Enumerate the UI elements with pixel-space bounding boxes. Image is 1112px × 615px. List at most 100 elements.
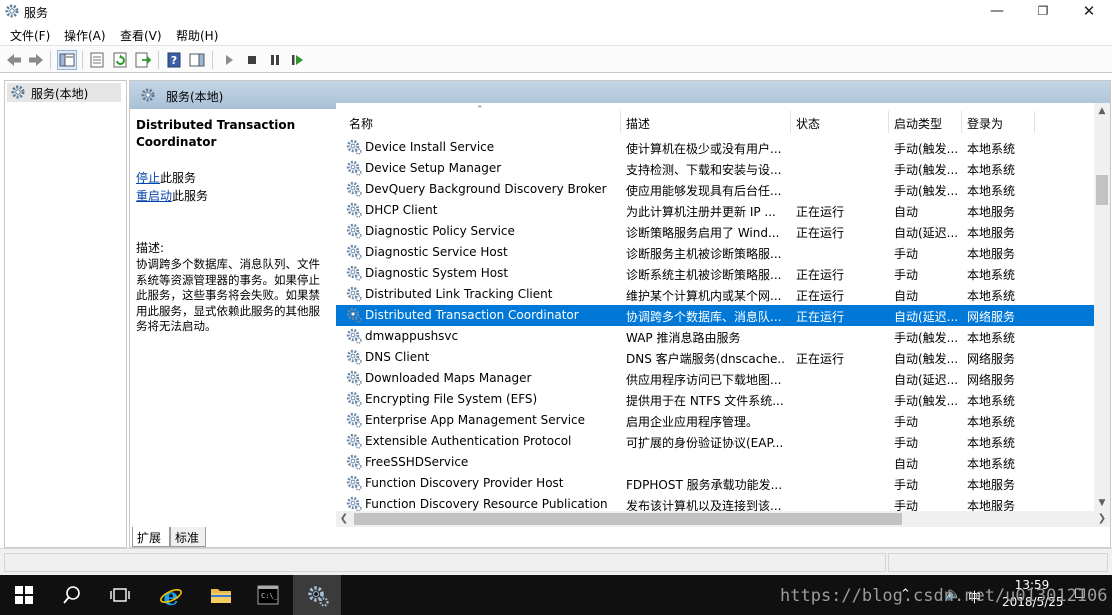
table-row[interactable]: dmwappushsvc WAP 推消息路由服务 手动(触发... 本地系统	[336, 326, 1094, 347]
table-row[interactable]: Enterprise App Management Service 启用企业应用程…	[336, 410, 1094, 431]
stop-link[interactable]: 停止	[136, 171, 160, 185]
table-row[interactable]: Downloaded Maps Manager 供应用程序访问已下载地图... 自动…	[336, 368, 1094, 389]
service-startup-type: 手动	[894, 436, 919, 450]
service-startup-type: 手动	[894, 415, 919, 429]
restart-link[interactable]: 重启动	[136, 189, 172, 203]
table-row[interactable]: Device Install Service 使计算机在极少或没有用户... 手动(…	[336, 137, 1094, 158]
service-name: Distributed Link Tracking Client	[365, 287, 553, 301]
service-gear-icon	[346, 412, 362, 428]
service-name: Enterprise App Management Service	[365, 413, 586, 427]
table-row[interactable]: Encrypting File System (EFS) 提供用于在 NTFS 文…	[336, 389, 1094, 410]
menu-file[interactable]: 文件(F)	[10, 27, 50, 44]
service-gear-icon	[346, 286, 362, 302]
tree-node-services-local[interactable]: 服务(本地)	[7, 83, 121, 102]
description-text: 协调跨多个数据库、消息队列、文件系统等资源管理器的事务。如果停止此服务，这些事务…	[136, 257, 320, 333]
service-startup-type: 自动(延迟...	[894, 373, 959, 387]
properties-icon[interactable]	[88, 51, 106, 69]
stop-service-icon[interactable]	[243, 51, 261, 69]
service-name: Diagnostic Service Host	[365, 245, 508, 259]
folder-icon	[211, 589, 231, 603]
taskbar-command-prompt[interactable]: C:\_	[244, 575, 292, 615]
export-list-icon[interactable]	[134, 51, 152, 69]
scroll-left-arrow-icon[interactable]: ❮	[336, 511, 352, 527]
menu-view[interactable]: 查看(V)	[120, 27, 162, 44]
taskbar-internet-explorer[interactable]: e	[146, 575, 194, 615]
service-description: 为此计算机注册并更新 IP ...	[626, 205, 776, 219]
tree-node-label: 服务(本地)	[31, 87, 89, 101]
service-gear-icon	[346, 202, 362, 218]
svg-text:C:\_: C:\_	[261, 592, 279, 600]
table-row[interactable]: Extensible Authentication Protocol 可扩展的身份…	[336, 431, 1094, 452]
task-view-button[interactable]	[96, 575, 144, 615]
show-console-tree-icon[interactable]	[57, 50, 77, 70]
table-row-selected[interactable]: Distributed Transaction Coordinator 协调跨多个…	[336, 305, 1094, 326]
service-description: 协调跨多个数据库、消息队...	[626, 310, 782, 324]
vertical-scroll-thumb[interactable]	[1096, 175, 1108, 205]
table-row[interactable]: DNS Client DNS 客户端服务(dnscache... 正在运行 自动(触发…	[336, 347, 1094, 368]
column-header-description[interactable]: 描述	[626, 115, 650, 135]
service-log-on-as: 本地系统	[967, 436, 1016, 450]
service-name: Extensible Authentication Protocol	[365, 434, 572, 448]
restart-service-icon[interactable]	[289, 51, 307, 69]
close-button[interactable]: ✕	[1066, 0, 1112, 24]
service-log-on-as: 本地系统	[967, 457, 1016, 471]
service-log-on-as: 本地服务	[967, 226, 1016, 240]
service-startup-type: 手动	[894, 247, 919, 261]
service-name: Device Install Service	[365, 140, 495, 154]
console-tree: 服务(本地)	[4, 80, 127, 548]
column-header-log-on-as[interactable]: 登录为	[967, 115, 1003, 135]
column-header-startup-type[interactable]: 启动类型	[894, 115, 942, 135]
service-startup-type: 自动(延迟...	[894, 226, 959, 240]
service-description: WAP 推消息路由服务	[626, 331, 741, 345]
column-header-name[interactable]: 名称	[349, 115, 373, 135]
table-row[interactable]: Function Discovery Provider Host FDPHOST …	[336, 473, 1094, 494]
service-gear-icon	[346, 391, 362, 407]
table-row[interactable]: Diagnostic System Host 诊断系统主机被诊断策略服... 正在运…	[336, 263, 1094, 284]
scroll-right-arrow-icon[interactable]: ❯	[1094, 511, 1110, 527]
start-service-icon[interactable]	[220, 51, 238, 69]
vertical-scrollbar[interactable]: ▲ ▼	[1094, 103, 1110, 511]
refresh-icon[interactable]	[111, 51, 129, 69]
taskbar-file-explorer[interactable]	[196, 575, 244, 615]
show-hide-action-pane-icon[interactable]	[188, 51, 206, 69]
services-window: 服务 — ❐ ✕ 文件(F) 操作(A) 查看(V) 帮助(H) ? 服务(本地…	[0, 0, 1112, 575]
table-row[interactable]: Device Setup Manager 支持检测、下载和安装与设... 手动(触发…	[336, 158, 1094, 179]
table-row[interactable]: Distributed Link Tracking Client 维护某个计算机内…	[336, 284, 1094, 305]
service-name: Downloaded Maps Manager	[365, 371, 532, 385]
back-arrow-icon[interactable]	[5, 51, 23, 69]
maximize-button[interactable]: ❐	[1020, 0, 1066, 24]
search-button[interactable]	[48, 575, 96, 615]
service-log-on-as: 本地服务	[967, 247, 1016, 261]
table-row[interactable]: Diagnostic Service Host 诊断服务主机被诊断策略服... 手动…	[336, 242, 1094, 263]
scroll-down-arrow-icon[interactable]: ▼	[1094, 495, 1110, 511]
pause-service-icon[interactable]	[266, 51, 284, 69]
stop-suffix: 此服务	[160, 171, 197, 185]
table-row[interactable]: DHCP Client 为此计算机注册并更新 IP ... 正在运行 自动 本地服务	[336, 200, 1094, 221]
tab-standard[interactable]: 标准	[170, 527, 206, 547]
help-icon[interactable]: ?	[165, 51, 183, 69]
menu-action[interactable]: 操作(A)	[64, 27, 106, 44]
horizontal-scrollbar[interactable]: ❮ ❯	[336, 511, 1110, 527]
status-bar-section	[888, 553, 1108, 572]
service-startup-type: 自动	[894, 205, 919, 219]
service-gear-icon	[346, 496, 362, 512]
service-gear-icon	[346, 307, 362, 323]
service-startup-type: 自动(延迟...	[894, 310, 959, 324]
column-header-status[interactable]: 状态	[796, 115, 820, 135]
service-log-on-as: 网络服务	[967, 373, 1016, 387]
table-row[interactable]: FreeSSHDService 自动 本地系统	[336, 452, 1094, 473]
table-row[interactable]: DevQuery Background Discovery Broker 使应用能…	[336, 179, 1094, 200]
minimize-button[interactable]: —	[974, 0, 1020, 24]
service-status: 正在运行	[796, 310, 845, 324]
toolbar: ?	[0, 45, 1112, 73]
taskbar-services[interactable]	[293, 575, 341, 615]
forward-arrow-icon[interactable]	[27, 51, 45, 69]
services-pane: 服务(本地) Distributed Transaction Coordinat…	[129, 80, 1111, 548]
tab-extended[interactable]: 扩展	[132, 527, 170, 547]
menu-help[interactable]: 帮助(H)	[176, 27, 218, 44]
service-description: FDPHOST 服务承载功能发...	[626, 478, 783, 492]
table-row[interactable]: Diagnostic Policy Service 诊断策略服务启用了 Wind.…	[336, 221, 1094, 242]
start-button[interactable]	[0, 575, 48, 615]
scroll-up-arrow-icon[interactable]: ▲	[1094, 103, 1110, 119]
horizontal-scroll-thumb[interactable]	[354, 513, 902, 525]
